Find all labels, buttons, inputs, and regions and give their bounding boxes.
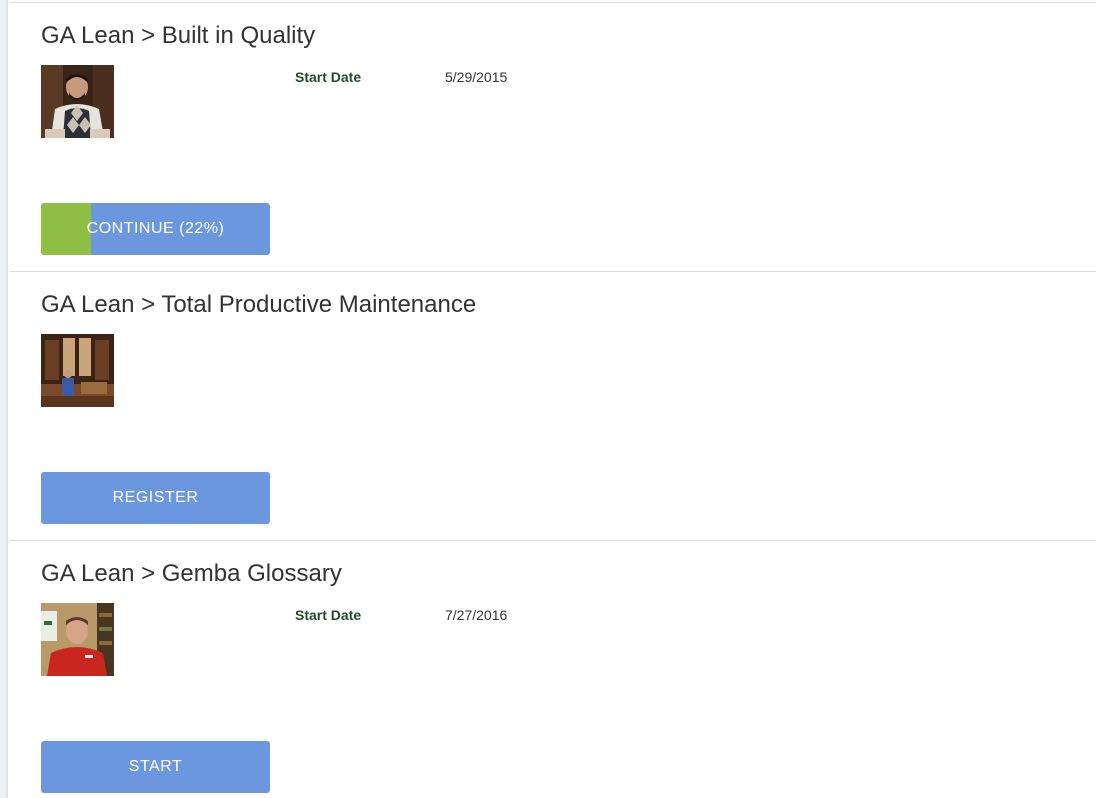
course-card-gemba-glossary: GA Lean > Gemba Glossary Start Date 7/27… xyxy=(10,540,1096,798)
register-button[interactable]: REGISTER xyxy=(41,472,270,524)
left-rail xyxy=(0,0,8,798)
start-button-label: START xyxy=(128,758,183,775)
course-card-built-in-quality: GA Lean > Built in Quality Start Date 5/… xyxy=(10,2,1096,271)
course-title[interactable]: GA Lean > Gemba Glossary xyxy=(41,560,342,588)
start-date-value: 7/27/2016 xyxy=(445,607,508,623)
course-list-page: GA Lean > Built in Quality Start Date 5/… xyxy=(0,0,1096,798)
continue-button[interactable]: CONTINUE (22%) xyxy=(41,203,270,255)
register-button-label: REGISTER xyxy=(112,489,199,506)
start-date-label: Start Date xyxy=(295,607,362,623)
presenter-red-shirt-icon[interactable] xyxy=(41,603,114,676)
presenter-argyle-sweater-icon[interactable] xyxy=(41,65,114,138)
course-card-total-productive-maintenance: GA Lean > Total Productive Maintenance R… xyxy=(10,271,1096,540)
continue-button-label: CONTINUE (22%) xyxy=(86,220,225,237)
start-date-value: 5/29/2015 xyxy=(445,69,508,85)
course-title[interactable]: GA Lean > Total Productive Maintenance xyxy=(41,291,476,319)
start-button[interactable]: START xyxy=(41,741,270,793)
lecture-hall-speaker-icon[interactable] xyxy=(41,334,114,407)
course-title[interactable]: GA Lean > Built in Quality xyxy=(41,22,315,50)
start-date-label: Start Date xyxy=(295,69,362,85)
